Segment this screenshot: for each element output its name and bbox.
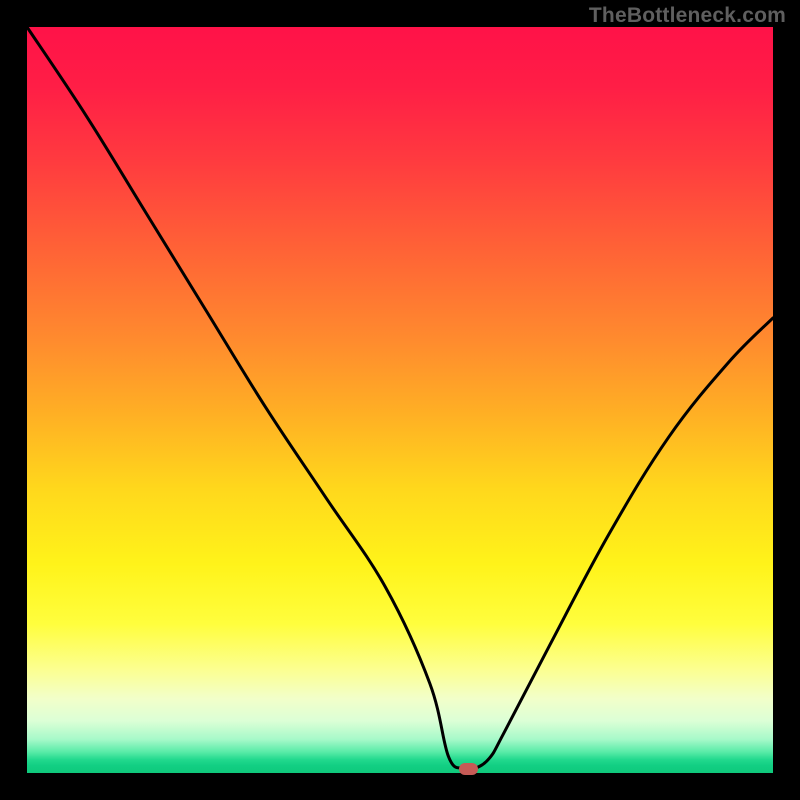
- plot-area: [27, 27, 773, 773]
- curve-svg: [27, 27, 773, 773]
- watermark-text: TheBottleneck.com: [589, 4, 786, 28]
- marker-pill: [459, 763, 478, 775]
- chart-frame: TheBottleneck.com: [0, 0, 800, 800]
- bottleneck-curve: [27, 27, 773, 770]
